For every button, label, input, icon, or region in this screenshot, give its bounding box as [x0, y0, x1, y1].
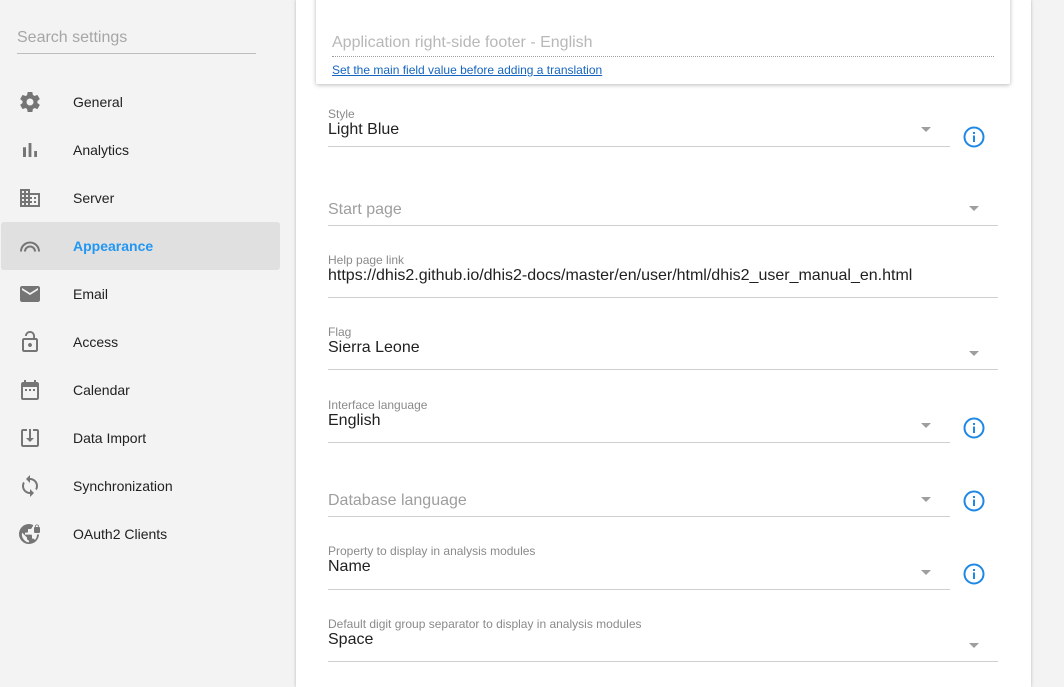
- help-page-link-label: Help page link: [328, 253, 405, 267]
- sidebar-item-label: OAuth2 Clients: [73, 526, 168, 542]
- globe-lock-icon: [18, 522, 42, 546]
- sidebar-item-server[interactable]: Server: [0, 174, 280, 222]
- add-translation-link[interactable]: Set the main field value before adding a…: [332, 63, 602, 77]
- bar-chart-icon: [18, 138, 42, 162]
- chevron-down-icon: [921, 570, 931, 575]
- chevron-down-icon: [969, 643, 979, 648]
- sidebar-item-synchronization[interactable]: Synchronization: [0, 462, 280, 510]
- flag-underline: [328, 369, 998, 370]
- appearance-settings-card: Application right-side footer - English …: [296, 0, 1031, 687]
- sidebar-item-label: Server: [73, 190, 115, 206]
- chevron-down-icon: [969, 206, 979, 211]
- calendar-icon: [18, 378, 42, 402]
- digit-separator-label: Default digit group separator to display…: [328, 617, 642, 631]
- style-value: Light Blue: [328, 121, 400, 138]
- download-icon: [18, 426, 42, 450]
- sidebar-item-label: General: [73, 94, 123, 110]
- database-language-underline: [328, 516, 950, 517]
- sidebar-item-label: Calendar: [73, 382, 130, 398]
- analysis-property-info-icon[interactable]: [962, 562, 986, 586]
- sidebar-item-oauth2-clients[interactable]: OAuth2 Clients: [0, 510, 280, 558]
- footer-translation-input[interactable]: Application right-side footer - English: [332, 34, 593, 52]
- interface-language-underline: [328, 442, 950, 443]
- lock-icon: [18, 330, 42, 354]
- style-label: Style: [328, 107, 355, 121]
- sidebar-item-label: Email: [73, 286, 109, 302]
- sidebar-item-appearance[interactable]: Appearance: [1, 222, 280, 270]
- database-language-info-icon[interactable]: [962, 489, 986, 513]
- search-input[interactable]: [17, 26, 256, 50]
- analysis-property-label: Property to display in analysis modules: [328, 544, 536, 558]
- gear-icon: [18, 90, 42, 114]
- footer-translation-card: Application right-side footer - English …: [316, 0, 1010, 84]
- footer-translation-underline: [332, 56, 994, 57]
- arc-icon: [18, 234, 42, 258]
- search-settings-field[interactable]: [17, 26, 256, 54]
- sidebar-item-calendar[interactable]: Calendar: [0, 366, 280, 414]
- flag-value: Sierra Leone: [328, 339, 420, 356]
- help-page-link-underline: [328, 297, 998, 298]
- interface-language-label: Interface language: [328, 398, 428, 412]
- chevron-down-icon: [921, 497, 931, 502]
- sidebar-item-label: Access: [73, 334, 119, 350]
- sidebar-item-label: Analytics: [73, 142, 130, 158]
- style-info-icon[interactable]: [962, 125, 986, 149]
- sidebar-item-label: Appearance: [73, 238, 154, 254]
- settings-nav: General Analytics Server Appearance Emai: [0, 78, 280, 558]
- sidebar-item-analytics[interactable]: Analytics: [0, 126, 280, 174]
- sidebar-item-access[interactable]: Access: [0, 318, 280, 366]
- digit-separator-value: Space: [328, 631, 374, 648]
- building-icon: [18, 186, 42, 210]
- sidebar-item-general[interactable]: General: [0, 78, 280, 126]
- start-page-placeholder: Start page: [328, 201, 402, 218]
- sidebar-item-email[interactable]: Email: [0, 270, 280, 318]
- interface-language-value: English: [328, 412, 381, 429]
- start-page-underline: [328, 225, 998, 226]
- database-language-placeholder: Database language: [328, 492, 467, 509]
- sync-icon: [18, 474, 42, 498]
- chevron-down-icon: [969, 351, 979, 356]
- style-underline: [328, 146, 950, 147]
- chevron-down-icon: [921, 423, 931, 428]
- sidebar: General Analytics Server Appearance Emai: [0, 0, 296, 687]
- sidebar-item-label: Synchronization: [73, 478, 173, 494]
- flag-label: Flag: [328, 325, 352, 339]
- sidebar-item-label: Data Import: [73, 430, 147, 446]
- chevron-down-icon: [921, 127, 931, 132]
- analysis-property-value: Name: [328, 558, 371, 575]
- help-page-link-value: https://dhis2.github.io/dhis2-docs/maste…: [328, 267, 913, 284]
- analysis-property-underline: [328, 589, 950, 590]
- sidebar-item-data-import[interactable]: Data Import: [0, 414, 280, 462]
- interface-language-info-icon[interactable]: [962, 416, 986, 440]
- digit-separator-underline: [328, 661, 998, 662]
- mail-icon: [18, 282, 42, 306]
